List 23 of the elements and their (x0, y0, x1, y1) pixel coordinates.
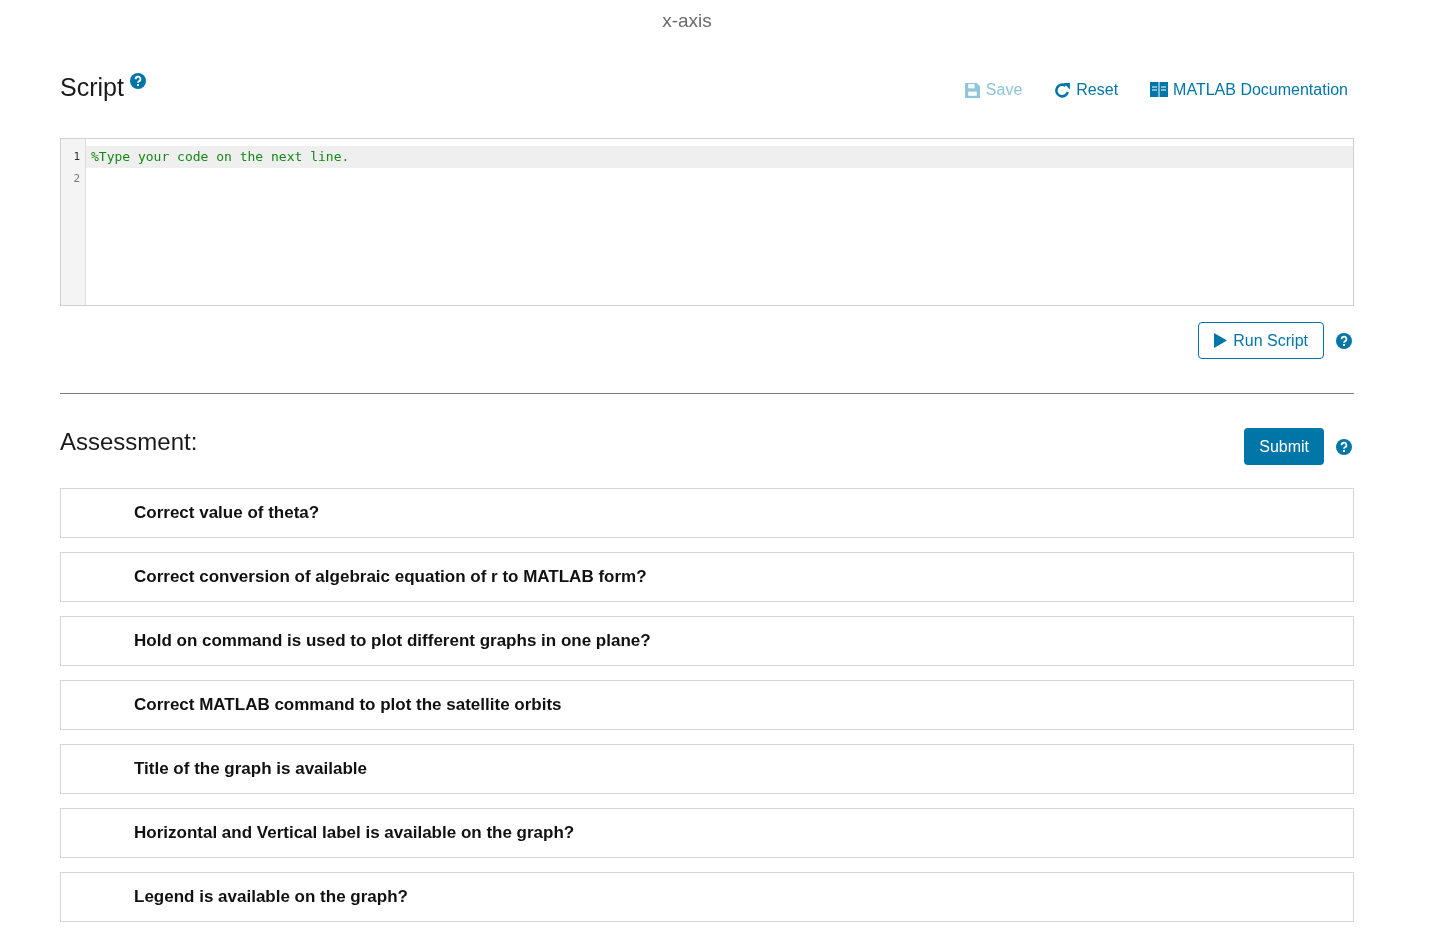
refresh-icon (1054, 81, 1072, 99)
help-icon[interactable] (1336, 438, 1352, 455)
run-script-button[interactable]: Run Script (1198, 322, 1324, 359)
code-editor[interactable]: 1 2 %Type your code on the next line. (60, 138, 1354, 306)
documentation-link[interactable]: MATLAB Documentation (1150, 81, 1348, 99)
assessment-item: Title of the graph is available (60, 744, 1354, 794)
assessment-item: Hold on command is used to plot different graphs in one plane? (60, 616, 1354, 666)
section-title: Script (60, 72, 124, 102)
line-number: 2 (72, 171, 81, 187)
reset-button[interactable]: Reset (1054, 81, 1119, 99)
play-icon (1214, 333, 1228, 348)
assessment-item: Correct conversion of algebraic equation of r to MATLAB form? (60, 552, 1354, 602)
section-title: Assessment: (60, 428, 198, 456)
line-number: 1 (72, 149, 81, 165)
assessment-item: Horizontal and Vertical label is available on the graph? (60, 808, 1354, 858)
assessment-item: Correct value of theta? (60, 488, 1354, 538)
assessment-item: Legend is available on the graph? (60, 872, 1354, 922)
help-icon[interactable] (129, 72, 146, 89)
book-icon (1150, 82, 1169, 98)
submit-button[interactable]: Submit (1244, 428, 1324, 465)
assessment-item: Correct MATLAB command to plot the satellite orbits (60, 680, 1354, 730)
help-icon[interactable] (1336, 332, 1352, 349)
axis-label: x-axis (661, 9, 713, 33)
